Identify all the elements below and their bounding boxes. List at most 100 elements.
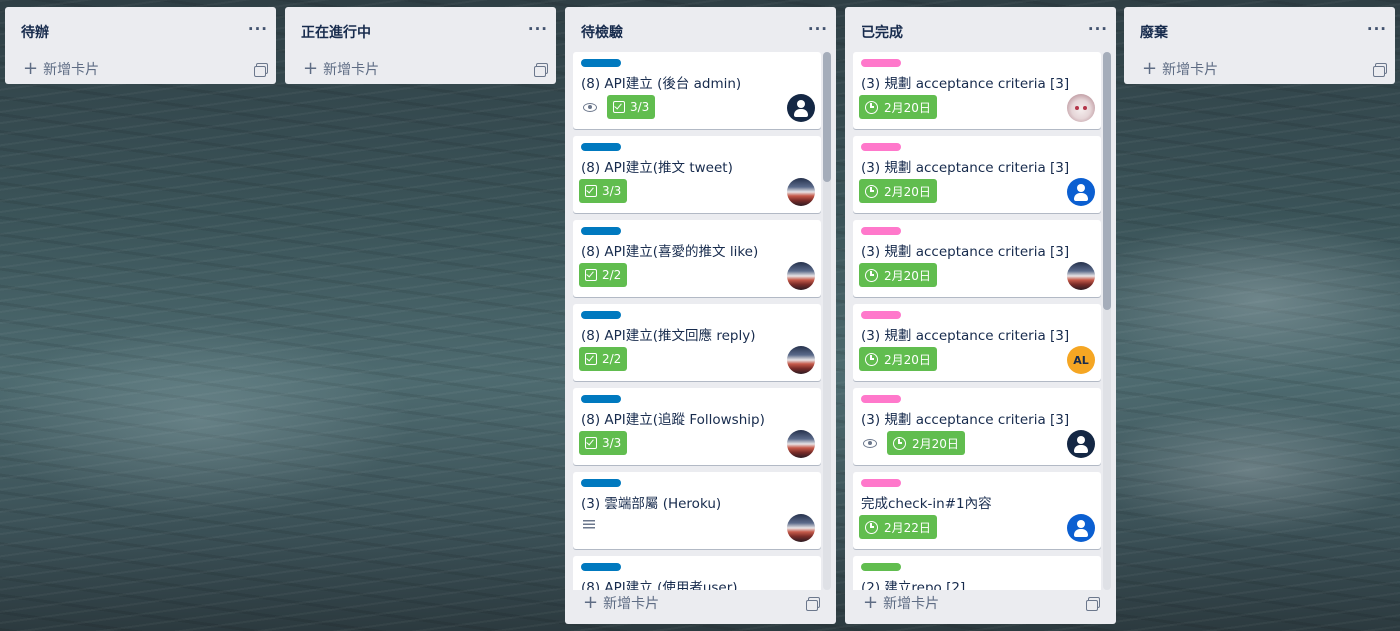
more-icon[interactable]: ···	[808, 21, 828, 43]
checkbox-icon	[585, 269, 597, 281]
add-card-button[interactable]: + 新增卡片	[1124, 57, 1395, 81]
template-icon[interactable]	[1373, 63, 1387, 77]
card-label[interactable]	[581, 59, 621, 67]
card[interactable]: (8) API建立(推文 tweet) 3/3	[573, 136, 821, 213]
card[interactable]: (3) 規劃 acceptance criteria [3] 2月20日 AL	[853, 304, 1101, 381]
list-header[interactable]: 待辦 ···	[5, 7, 276, 57]
list-header[interactable]: 待檢驗 ···	[565, 7, 836, 57]
card-title: (8) API建立 (後台 admin)	[581, 76, 742, 92]
member-avatar[interactable]	[1067, 262, 1095, 290]
more-icon[interactable]: ···	[248, 21, 268, 43]
list-pending-review: 待檢驗 ··· (8) API建立 (後台 admin) 3/3 (8) API…	[565, 7, 836, 624]
card-title: (3) 規劃 acceptance criteria [3]	[861, 244, 1070, 260]
card-label[interactable]	[581, 479, 621, 487]
due-date-badge[interactable]: 2月22日	[859, 515, 937, 539]
template-icon[interactable]	[1086, 597, 1100, 611]
card-label[interactable]	[861, 59, 901, 67]
scrollbar[interactable]	[823, 52, 831, 590]
clock-icon	[865, 100, 878, 114]
card[interactable]: (3) 規劃 acceptance criteria [3] 2月20日	[853, 220, 1101, 297]
card-title: (8) API建立(追蹤 Followship)	[581, 412, 765, 428]
due-date-badge[interactable]: 2月20日	[859, 95, 937, 119]
more-icon[interactable]: ···	[1088, 21, 1108, 43]
card[interactable]: (3) 規劃 acceptance criteria [3] 2月20日	[853, 388, 1101, 465]
due-date-badge[interactable]: 2月20日	[887, 431, 965, 455]
card[interactable]: (8) API建立(追蹤 Followship) 3/3	[573, 388, 821, 465]
card-label[interactable]	[861, 395, 901, 403]
member-avatar[interactable]	[787, 262, 815, 290]
card-title: 完成check-in#1內容	[861, 496, 992, 512]
add-card-button[interactable]: + 新增卡片	[565, 591, 836, 615]
list-title[interactable]: 已完成	[861, 22, 903, 42]
list-title[interactable]: 廢棄	[1140, 22, 1168, 42]
scrollbar-thumb[interactable]	[823, 52, 831, 182]
card-badges	[579, 520, 599, 529]
card[interactable]: (8) API建立(喜愛的推文 like) 2/2	[573, 220, 821, 297]
add-card-button[interactable]: + 新增卡片	[5, 57, 276, 81]
member-avatar[interactable]	[1067, 178, 1095, 206]
member-avatar[interactable]	[1067, 430, 1095, 458]
scrollbar[interactable]	[1103, 52, 1111, 590]
list-header[interactable]: 廢棄 ···	[1124, 7, 1395, 57]
checklist-count: 2/2	[602, 352, 622, 366]
card-label[interactable]	[581, 311, 621, 319]
list-in-progress: 正在進行中 ··· + 新增卡片	[285, 7, 556, 84]
template-icon[interactable]	[806, 597, 820, 611]
card-title: (3) 雲端部屬 (Heroku)	[581, 496, 722, 512]
card-label[interactable]	[581, 143, 621, 151]
card-label[interactable]	[861, 311, 901, 319]
list-title[interactable]: 正在進行中	[301, 22, 371, 42]
card-title: (3) 規劃 acceptance criteria [3]	[861, 76, 1070, 92]
template-icon[interactable]	[254, 63, 268, 77]
more-icon[interactable]: ···	[528, 21, 548, 43]
list-footer: + 新增卡片	[845, 582, 1116, 624]
more-icon[interactable]: ···	[1367, 21, 1387, 43]
list-header[interactable]: 已完成 ···	[845, 7, 1116, 57]
checklist-count: 3/3	[602, 436, 622, 450]
card[interactable]: (3) 規劃 acceptance criteria [3] 2月20日	[853, 52, 1101, 129]
member-avatar[interactable]	[787, 430, 815, 458]
list-header[interactable]: 正在進行中 ···	[285, 7, 556, 57]
card-title: (3) 規劃 acceptance criteria [3]	[861, 328, 1070, 344]
template-icon[interactable]	[534, 63, 548, 77]
scrollbar-thumb[interactable]	[1103, 52, 1111, 310]
due-date: 2月20日	[884, 268, 931, 283]
member-avatar[interactable]	[1067, 94, 1095, 122]
card-label[interactable]	[861, 227, 901, 235]
card-label[interactable]	[861, 143, 901, 151]
due-date-badge[interactable]: 2月20日	[859, 347, 937, 371]
plus-icon: +	[583, 592, 599, 613]
member-avatar[interactable]	[1067, 514, 1095, 542]
due-date: 2月20日	[912, 436, 959, 451]
member-avatar[interactable]	[787, 346, 815, 374]
checklist-count: 2/2	[602, 268, 622, 282]
card[interactable]: 完成check-in#1內容 2月22日	[853, 472, 1101, 549]
card[interactable]: (3) 雲端部屬 (Heroku)	[573, 472, 821, 549]
due-date-badge[interactable]: 2月20日	[859, 263, 937, 287]
card-label[interactable]	[861, 479, 901, 487]
card-label[interactable]	[581, 563, 621, 571]
add-card-button[interactable]: + 新增卡片	[285, 57, 556, 81]
plus-icon: +	[863, 592, 879, 613]
eye-icon	[583, 102, 597, 112]
due-date-badge[interactable]: 2月20日	[859, 179, 937, 203]
eye-icon	[863, 438, 877, 448]
card[interactable]: (3) 規劃 acceptance criteria [3] 2月20日	[853, 136, 1101, 213]
list-title[interactable]: 待辦	[21, 22, 49, 42]
card-badges: 2/2	[579, 263, 628, 287]
card[interactable]: (8) API建立 (後台 admin) 3/3	[573, 52, 821, 129]
card-label[interactable]	[581, 227, 621, 235]
card-badges: 2/2	[579, 347, 628, 371]
plus-icon: +	[303, 58, 319, 79]
card[interactable]: (8) API建立(推文回應 reply) 2/2	[573, 304, 821, 381]
card-badges: 2月20日	[859, 95, 937, 119]
due-date: 2月20日	[884, 100, 931, 115]
member-avatar[interactable]	[787, 178, 815, 206]
member-avatar[interactable]	[787, 514, 815, 542]
add-card-button[interactable]: + 新增卡片	[845, 591, 1116, 615]
card-label[interactable]	[581, 395, 621, 403]
list-title[interactable]: 待檢驗	[581, 22, 623, 42]
member-avatar[interactable]: AL	[1067, 346, 1095, 374]
member-avatar[interactable]	[787, 94, 815, 122]
card-label[interactable]	[861, 563, 901, 571]
